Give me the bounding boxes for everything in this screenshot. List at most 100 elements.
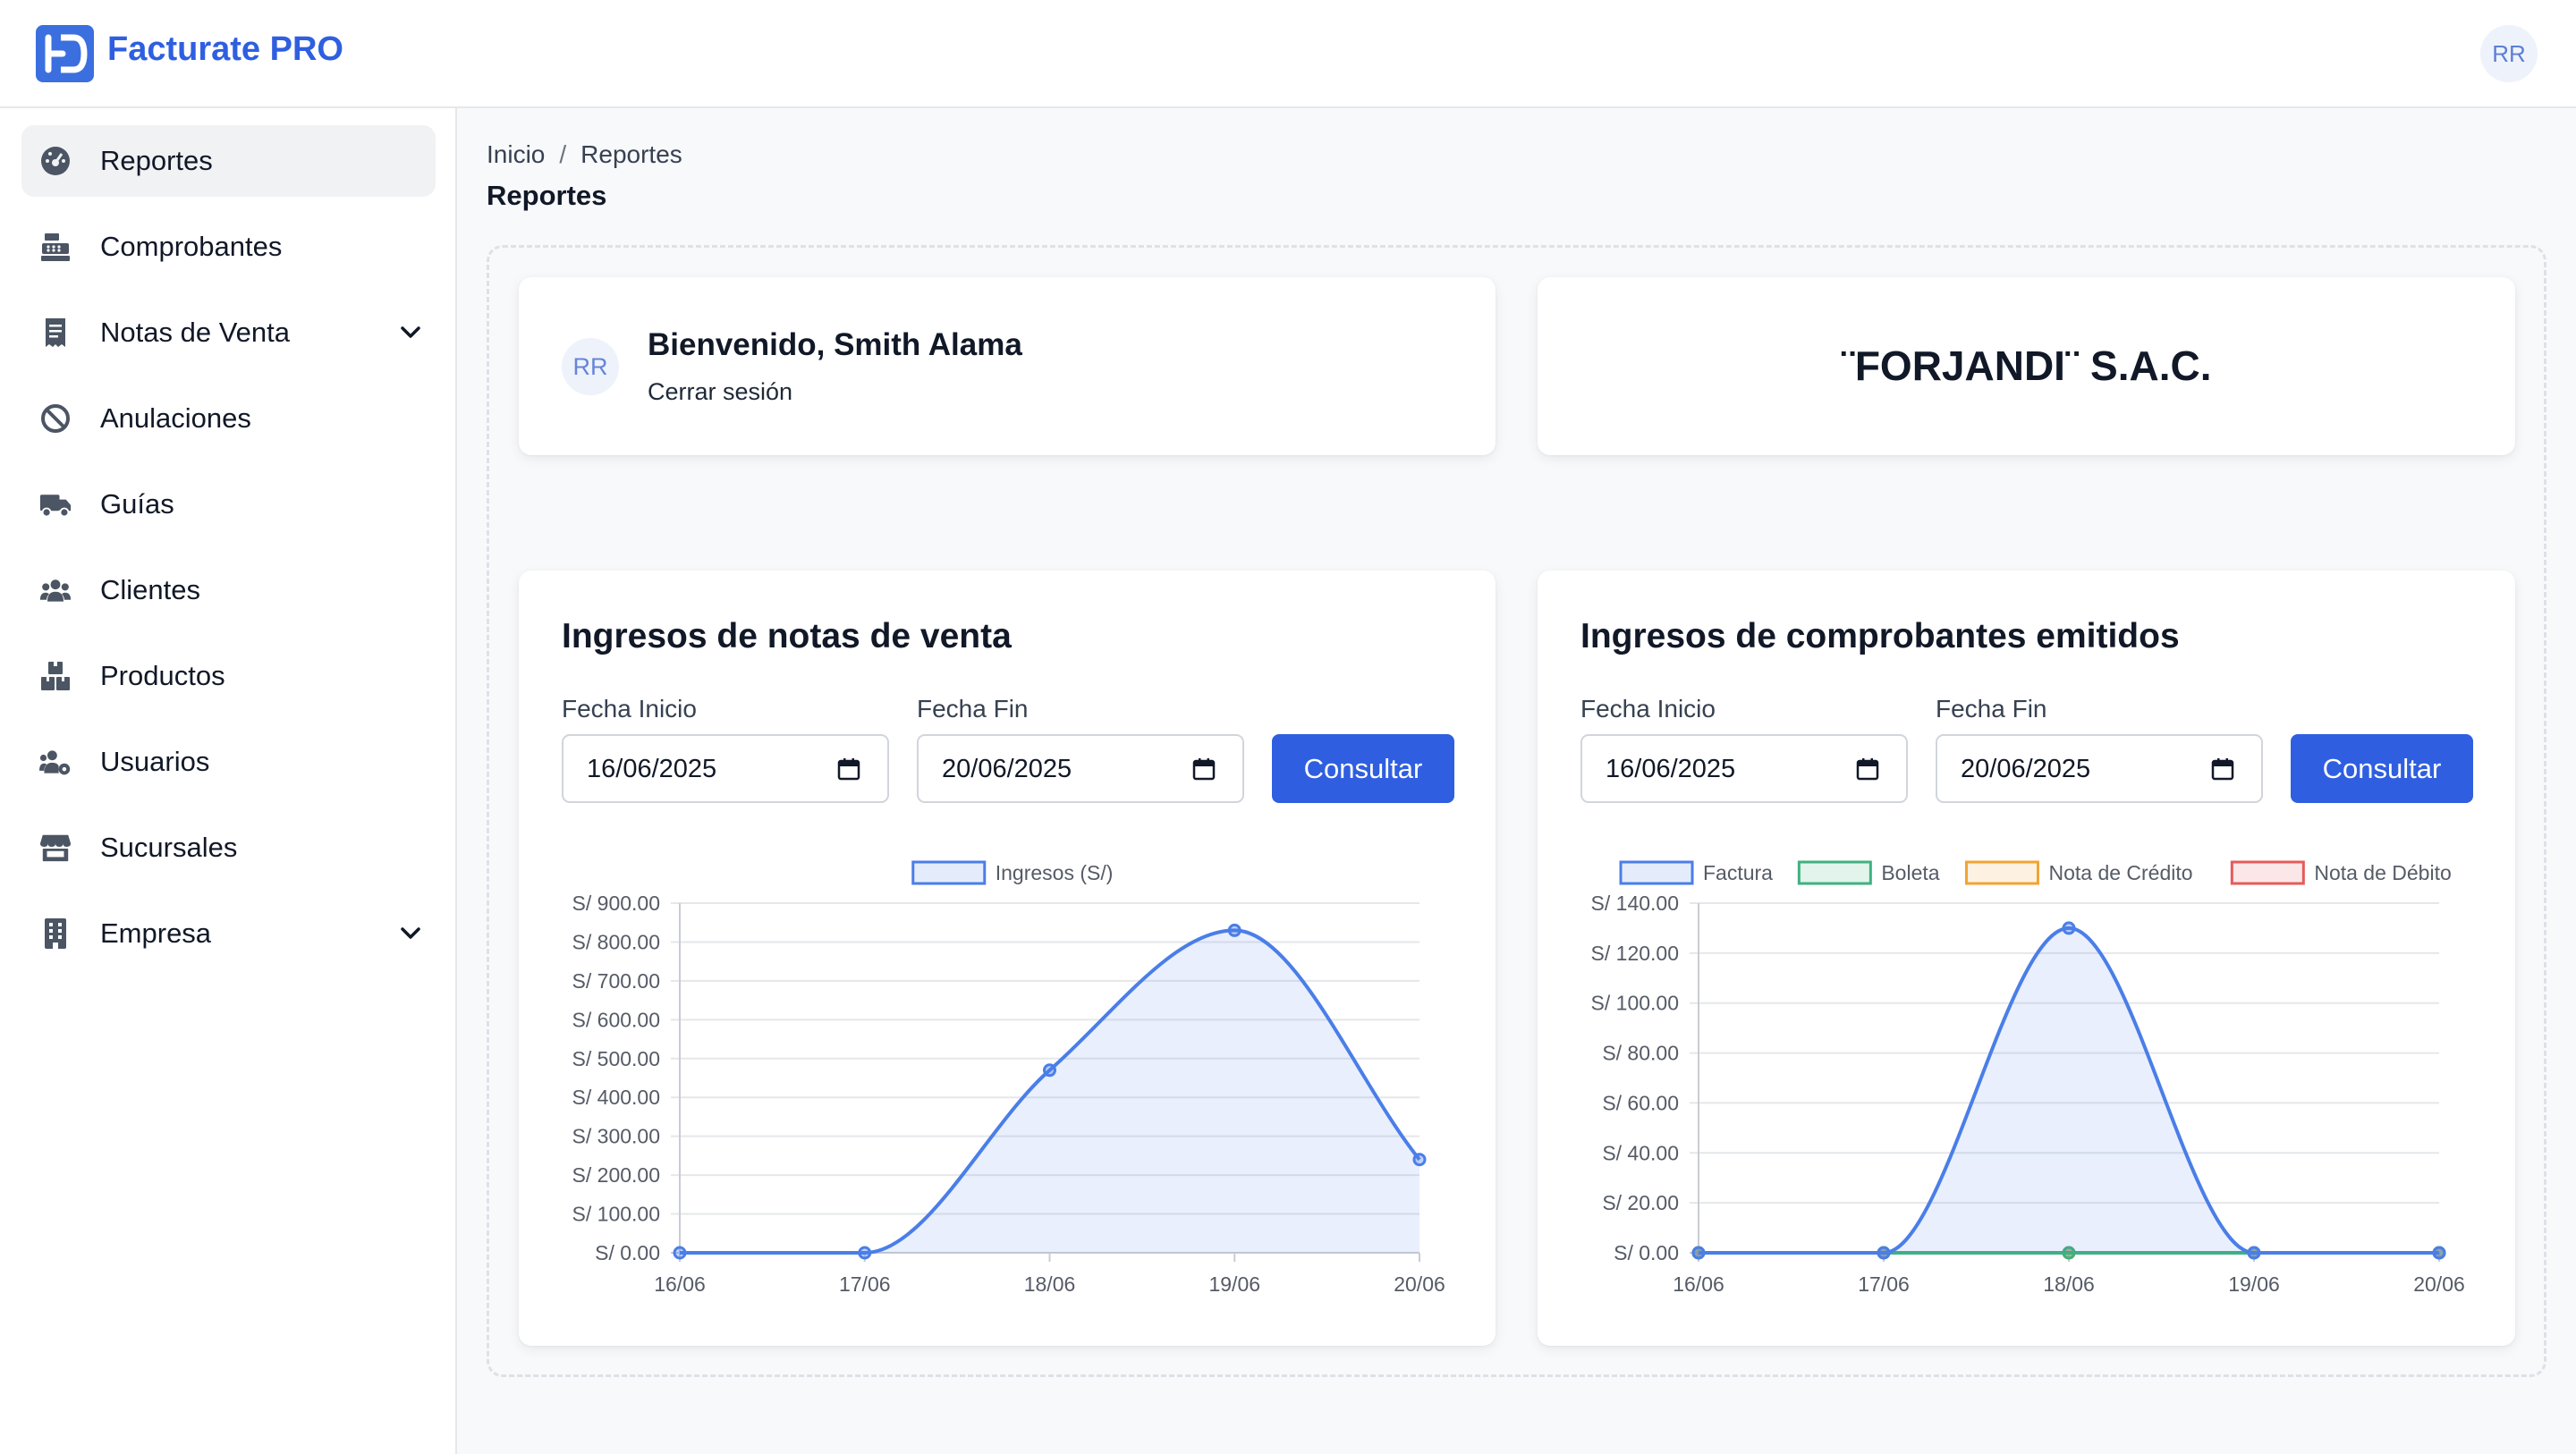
vouchers-income-card: Ingresos de comprobantes emitidos Fecha … xyxy=(1538,571,2515,1346)
sidebar-item-anulaciones[interactable]: Anulaciones xyxy=(21,383,436,454)
x-tick-label: 20/06 xyxy=(2413,1272,2465,1296)
company-card: ¨FORJANDI¨ S.A.C. xyxy=(1538,277,2515,455)
app-brand-name[interactable]: Facturate PRO xyxy=(107,30,343,69)
x-tick-label: 16/06 xyxy=(654,1272,706,1296)
y-tick-label: S/ 300.00 xyxy=(572,1125,660,1148)
data-point xyxy=(1412,1153,1427,1167)
sidebar-item-empresa[interactable]: Empresa xyxy=(21,898,436,969)
sidebar-item-productos[interactable]: Productos xyxy=(21,640,436,712)
ban-icon xyxy=(39,402,72,435)
data-point xyxy=(2062,921,2076,935)
breadcrumb-home-link[interactable]: Inicio xyxy=(487,140,545,168)
y-tick-label: S/ 100.00 xyxy=(1591,992,1679,1015)
y-tick-label: S/ 700.00 xyxy=(572,969,660,993)
y-tick-label: S/ 0.00 xyxy=(1614,1241,1679,1264)
users-icon xyxy=(39,574,72,606)
x-tick-label: 17/06 xyxy=(839,1272,891,1296)
sidebar-item-label: Comprobantes xyxy=(100,231,283,262)
breadcrumb-separator: / xyxy=(559,140,567,168)
sidebar-item-label: Clientes xyxy=(100,574,200,605)
breadcrumb-current: Reportes xyxy=(580,140,682,168)
sales-income-chart: S/ 0.00 S/ 100.00 S/ 200.00 S/ 300.00 S/ 400… xyxy=(572,860,1445,1296)
y-tick-label: S/ 140.00 xyxy=(1591,892,1679,915)
series-area xyxy=(680,930,1419,1253)
legend-label: Nota de Débito xyxy=(2314,861,2451,884)
users-gear-icon xyxy=(39,746,72,778)
data-point xyxy=(2247,1246,2261,1260)
logout-link[interactable]: Cerrar sesión xyxy=(648,378,792,406)
sidebar-item-label: Usuarios xyxy=(100,746,210,777)
welcome-card: RR Bienvenido, Smith Alama Cerrar sesión xyxy=(519,277,1496,455)
y-tick-label: S/ 80.00 xyxy=(1602,1042,1679,1065)
sidebar-item-comprobantes[interactable]: Comprobantes xyxy=(21,211,436,283)
y-tick-label: S/ 60.00 xyxy=(1602,1091,1679,1114)
y-tick-label: S/ 100.00 xyxy=(572,1203,660,1226)
sidebar-item-clientes[interactable]: Clientes xyxy=(21,554,436,626)
sidebar-item-label: Notas de Venta xyxy=(100,317,290,348)
sidebar-item-label: Productos xyxy=(100,660,225,691)
x-tick-label: 20/06 xyxy=(1394,1272,1445,1296)
welcome-avatar: RR xyxy=(562,338,619,395)
sidebar-item-notas-de-venta[interactable]: Notas de Venta xyxy=(21,297,436,368)
sidebar-item-label: Guías xyxy=(100,488,174,520)
data-point xyxy=(1691,1246,1706,1260)
data-point xyxy=(1877,1246,1891,1260)
sidebar-item-label: Anulaciones xyxy=(100,402,251,434)
sidebar: Reportes Comprobantes Notas de Venta Anu… xyxy=(0,108,457,1454)
welcome-title: Bienvenido, Smith Alama xyxy=(648,327,1022,362)
y-tick-label: S/ 120.00 xyxy=(1591,942,1679,965)
sidebar-item-label: Reportes xyxy=(100,145,213,176)
dashboard-gauge-icon xyxy=(39,145,72,177)
x-tick-label: 19/06 xyxy=(2228,1272,2280,1296)
x-tick-label: 18/06 xyxy=(2043,1272,2095,1296)
sidebar-item-guias[interactable]: Guías xyxy=(21,469,436,540)
top-bar: Facturate PRO RR xyxy=(0,0,2576,108)
legend-label: Boleta xyxy=(1881,861,1939,884)
data-point xyxy=(2432,1246,2446,1260)
data-point xyxy=(1227,923,1241,937)
legend-label: Factura xyxy=(1703,861,1773,884)
legend-swatch xyxy=(2230,860,2305,885)
legend-label: Ingresos (S/) xyxy=(996,861,1114,884)
data-point xyxy=(1043,1063,1056,1078)
x-tick-label: 18/06 xyxy=(1024,1272,1076,1296)
cash-register-icon xyxy=(39,231,72,263)
sales-income-card: Ingresos de notas de venta Fecha Inicio … xyxy=(519,571,1496,1346)
receipt-icon xyxy=(39,317,72,349)
x-tick-label: 19/06 xyxy=(1208,1272,1260,1296)
y-tick-label: S/ 200.00 xyxy=(572,1163,660,1187)
chevron-down-icon[interactable] xyxy=(398,921,423,946)
legend-label: Nota de Crédito xyxy=(2048,861,2192,884)
legend-swatch xyxy=(911,860,987,885)
page-title: Reportes xyxy=(487,180,607,211)
legend-swatch xyxy=(1619,860,1694,885)
y-tick-label: S/ 20.00 xyxy=(1602,1191,1679,1214)
series-area xyxy=(1699,927,2439,1253)
y-tick-label: S/ 500.00 xyxy=(572,1047,660,1070)
vouchers-income-chart: S/ 0.00 S/ 20.00 S/ 40.00 S/ 60.00 S/ 80.00 S… xyxy=(1591,860,2465,1296)
truck-icon xyxy=(39,488,72,520)
sidebar-item-usuarios[interactable]: Usuarios xyxy=(21,726,436,798)
sidebar-item-label: Empresa xyxy=(100,917,212,949)
y-tick-label: S/ 800.00 xyxy=(572,930,660,953)
building-icon xyxy=(39,917,72,950)
y-tick-label: S/ 0.00 xyxy=(595,1241,660,1264)
data-point xyxy=(858,1246,872,1260)
store-icon xyxy=(39,832,72,864)
sidebar-item-sucursales[interactable]: Sucursales xyxy=(21,812,436,883)
legend-swatch xyxy=(1797,860,1872,885)
chevron-down-icon[interactable] xyxy=(398,320,423,345)
company-name: ¨FORJANDI¨ S.A.C. xyxy=(1841,342,2212,389)
data-point xyxy=(673,1246,687,1260)
app-logo-icon[interactable] xyxy=(36,25,94,82)
y-tick-label: S/ 400.00 xyxy=(572,1086,660,1109)
x-tick-label: 17/06 xyxy=(1858,1272,1910,1296)
y-tick-label: S/ 40.00 xyxy=(1602,1141,1679,1164)
sidebar-item-reportes[interactable]: Reportes xyxy=(21,125,436,197)
sidebar-item-label: Sucursales xyxy=(100,832,238,863)
legend-swatch xyxy=(1964,860,2039,885)
y-tick-label: S/ 600.00 xyxy=(572,1008,660,1031)
user-avatar[interactable]: RR xyxy=(2480,25,2538,82)
x-tick-label: 16/06 xyxy=(1673,1272,1724,1296)
y-tick-label: S/ 900.00 xyxy=(572,892,660,915)
